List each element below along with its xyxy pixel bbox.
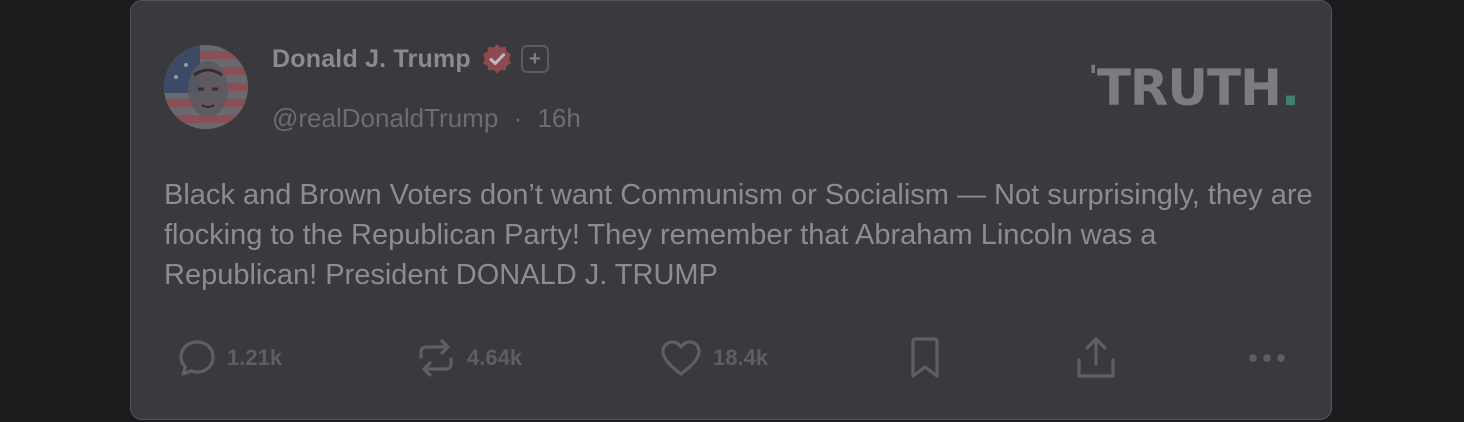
retruth-button[interactable]: 4.64k bbox=[415, 335, 522, 381]
share-upload-icon bbox=[1077, 337, 1115, 378]
truth-logo: 'TRUTH. bbox=[1088, 60, 1300, 114]
reply-bubble-icon bbox=[179, 340, 215, 376]
author-name[interactable]: Donald J. Trump bbox=[272, 45, 471, 74]
more-dots-icon bbox=[1249, 354, 1285, 362]
screen: Donald J. Trump + @realDonaldTrump · 16h… bbox=[0, 0, 1464, 422]
author-avatar[interactable] bbox=[164, 45, 248, 129]
reply-button[interactable]: 1.21k bbox=[177, 335, 282, 381]
like-button[interactable]: 18.4k bbox=[659, 335, 768, 381]
left-backdrop bbox=[0, 0, 130, 422]
like-count: 18.4k bbox=[713, 345, 769, 370]
handle-separator: · bbox=[513, 103, 523, 133]
retruth-arrows-icon bbox=[419, 339, 453, 377]
logo-text: TRUTH bbox=[1096, 59, 1282, 117]
bookmark-icon bbox=[911, 337, 939, 378]
verified-badge-icon bbox=[482, 44, 511, 74]
right-backdrop bbox=[1334, 0, 1464, 422]
handle-row: @realDonaldTrump · 16h bbox=[272, 103, 581, 134]
avatar-image bbox=[164, 45, 248, 129]
more-options-button[interactable] bbox=[1247, 335, 1287, 381]
post-card[interactable]: Donald J. Trump + @realDonaldTrump · 16h… bbox=[130, 0, 1332, 420]
reply-count: 1.21k bbox=[227, 345, 283, 370]
author-handle[interactable]: @realDonaldTrump bbox=[272, 103, 498, 133]
share-button[interactable] bbox=[1075, 335, 1117, 381]
logo-dot: . bbox=[1281, 59, 1300, 117]
post-body: Black and Brown Voters don’t want Commun… bbox=[164, 179, 1313, 291]
retruth-count: 4.64k bbox=[467, 345, 523, 370]
heart-icon bbox=[661, 340, 701, 376]
logo-tick: ' bbox=[1088, 60, 1098, 95]
author-name-row: Donald J. Trump + bbox=[272, 41, 549, 77]
post-time[interactable]: 16h bbox=[537, 103, 580, 133]
bookmark-button[interactable] bbox=[907, 335, 943, 381]
action-bar: 1.21k 4.64k 18.4k bbox=[131, 335, 1333, 381]
plus-badge: + bbox=[520, 45, 549, 73]
